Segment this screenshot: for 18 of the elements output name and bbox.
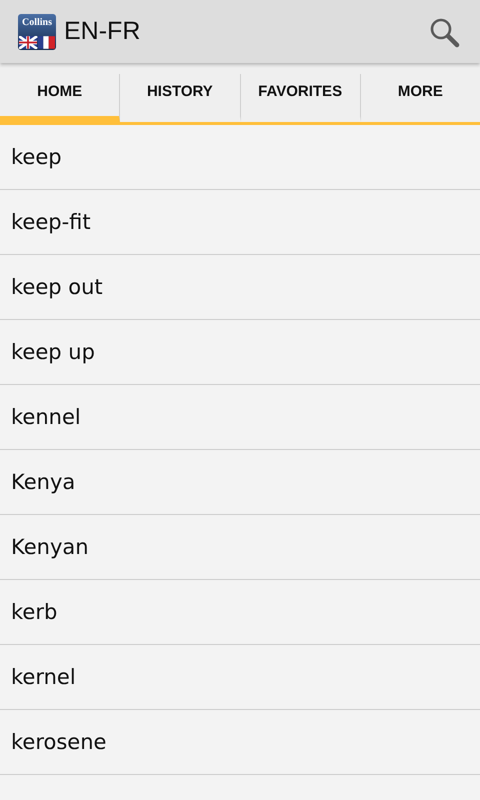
- word-item[interactable]: keep out: [0, 255, 480, 320]
- tab[interactable]: FAVORITES: [240, 74, 361, 122]
- word-item[interactable]: keep: [0, 125, 480, 190]
- word-item[interactable]: keep-fit: [0, 190, 480, 255]
- search-icon[interactable]: [428, 16, 460, 48]
- tab[interactable]: MORE: [360, 74, 480, 122]
- word-item[interactable]: kerb: [0, 580, 480, 645]
- app-title: EN-FR: [64, 17, 142, 46]
- word-item[interactable]: Kenyan: [0, 515, 480, 580]
- tab[interactable]: HOME: [0, 74, 120, 122]
- word-item[interactable]: keep up: [0, 320, 480, 385]
- word-item[interactable]: kennel: [0, 385, 480, 450]
- tab[interactable]: HISTORY: [120, 74, 240, 122]
- flags-icon: [19, 36, 55, 48]
- logo-text: Collins: [22, 16, 52, 30]
- word-item[interactable]: kernel: [0, 645, 480, 710]
- word-item[interactable]: kerosene: [0, 710, 480, 775]
- word-item[interactable]: Kenya: [0, 450, 480, 515]
